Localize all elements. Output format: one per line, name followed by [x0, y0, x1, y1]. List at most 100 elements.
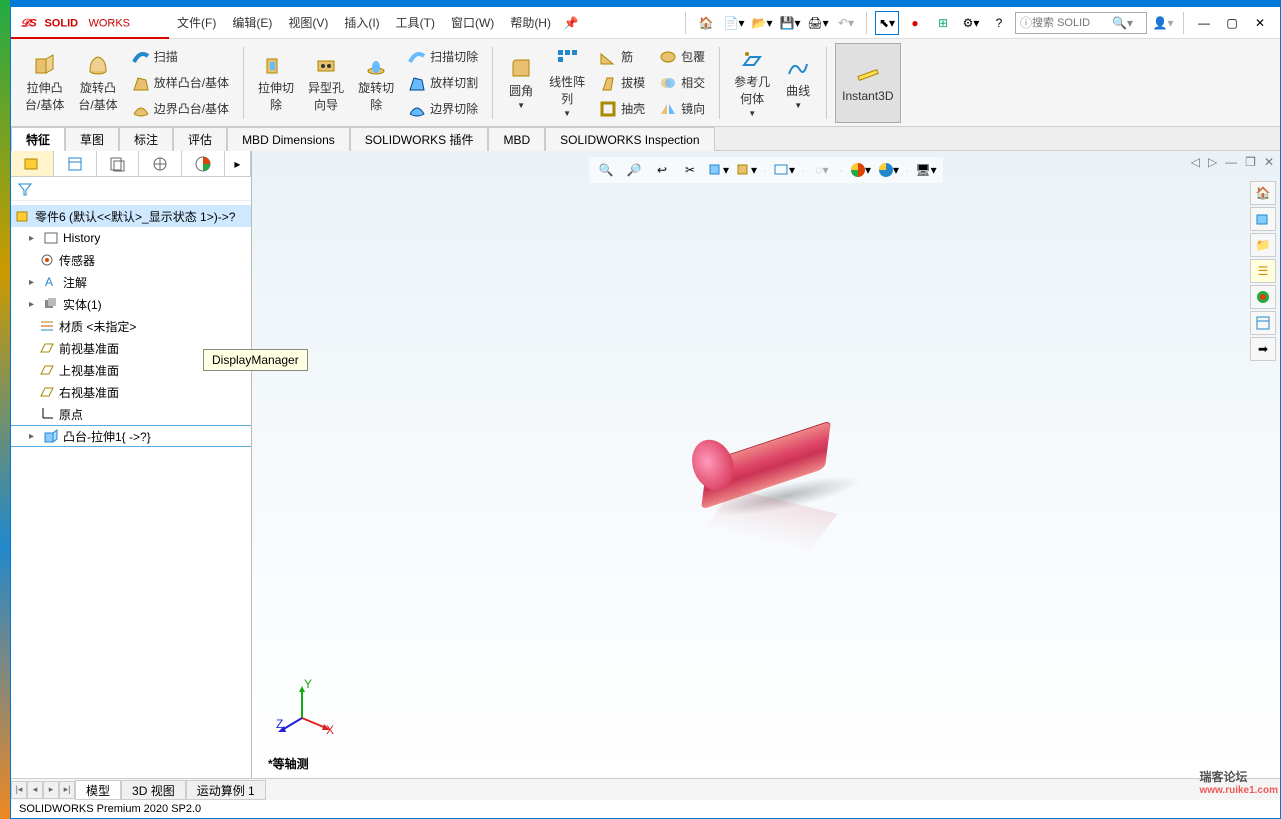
tree-root[interactable]: 零件6 (默认<<默认>_显示状态 1>)->? [11, 205, 251, 227]
scene-icon[interactable]: ◌▾ [811, 159, 833, 181]
tp-resources-icon[interactable] [1250, 207, 1276, 231]
fm-tab-config-icon[interactable] [97, 151, 140, 176]
tp-home-icon[interactable]: 🏠 [1250, 181, 1276, 205]
sweep-cut-button[interactable]: 扫描切除 [402, 45, 484, 69]
tree-annotations[interactable]: ▸A注解 [11, 271, 251, 293]
tp-file-explorer-icon[interactable]: ☰ [1250, 259, 1276, 283]
instant3d-button[interactable]: Instant3D [835, 43, 900, 123]
curve-button[interactable]: 曲线▼ [778, 43, 818, 123]
pin-icon[interactable]: 📌 [559, 11, 583, 35]
tab-plugins[interactable]: SOLIDWORKS 插件 [350, 127, 489, 151]
sweep-button[interactable]: 扫描 [126, 45, 235, 69]
fm-tab-dimxpert-icon[interactable] [139, 151, 182, 176]
linear-pattern-button[interactable]: 线性阵 列▼ [543, 43, 591, 123]
rebuild-icon[interactable]: ⊞ [931, 11, 955, 35]
menu-window[interactable]: 窗口(W) [443, 14, 502, 31]
doc-next-icon[interactable]: ▷ [1208, 155, 1217, 169]
menu-help[interactable]: 帮助(H) [502, 14, 559, 31]
tab-feature[interactable]: 特征 [11, 127, 65, 151]
appearance-icon[interactable]: ▾ [849, 159, 871, 181]
display-style-icon[interactable]: ▾ [735, 159, 757, 181]
doc-restore-icon[interactable]: ❐ [1245, 155, 1256, 169]
zoom-area-icon[interactable]: 🔎 [623, 159, 645, 181]
search-box[interactable]: ⓘ 🔍▾ [1015, 12, 1147, 34]
menu-edit[interactable]: 编辑(E) [224, 14, 280, 31]
hole-wizard-button[interactable]: 异型孔 向导 [302, 43, 350, 123]
wrap-button[interactable]: 包覆 [653, 45, 711, 69]
fm-tab-more-icon[interactable]: ▸ [225, 151, 251, 176]
hide-show-icon[interactable]: ▾ [773, 159, 795, 181]
save-icon[interactable]: 💾▾ [778, 11, 802, 35]
fm-tab-display-icon[interactable] [182, 151, 225, 176]
extrude-cut-button[interactable]: 拉伸切 除 [252, 43, 300, 123]
doc-min-icon[interactable]: — [1225, 155, 1237, 169]
rib-button[interactable]: 筋 [593, 45, 651, 69]
btab-3dview[interactable]: 3D 视图 [121, 780, 186, 800]
shell-button[interactable]: 抽壳 [593, 97, 651, 121]
menu-file[interactable]: 文件(F) [169, 14, 224, 31]
tab-sketch[interactable]: 草图 [65, 127, 119, 151]
tp-custom-icon[interactable]: ➡ [1250, 337, 1276, 361]
tree-bodies[interactable]: ▸实体(1) [11, 293, 251, 315]
mirror-button[interactable]: 镜向 [653, 97, 711, 121]
btab-study[interactable]: 运动算例 1 [186, 780, 266, 800]
tree-origin[interactable]: 原点 [11, 403, 251, 425]
section-icon[interactable]: ✂ [679, 159, 701, 181]
orientation-triad[interactable]: Y X Z [274, 678, 334, 738]
minimize-icon[interactable]: — [1192, 11, 1216, 35]
search-go-icon[interactable]: 🔍▾ [1112, 16, 1133, 30]
graphics-viewport[interactable]: ◁ ▷ — ❐ ✕ 🔍 🔎 ↩ ✂ ▾ ▾ · ▾ · ◌▾ · ▾ ▾ · [252, 151, 1280, 778]
zoom-fit-icon[interactable]: 🔍 [595, 159, 617, 181]
ref-geom-button[interactable]: 参考几 何体▼ [728, 43, 776, 123]
btab-last-icon[interactable]: ▸| [59, 781, 75, 799]
btab-model[interactable]: 模型 [75, 780, 121, 800]
apply-scene-icon[interactable]: ▾ [877, 159, 899, 181]
search-input[interactable] [1032, 17, 1112, 29]
tab-evaluate[interactable]: 评估 [173, 127, 227, 151]
revolve-cut-button[interactable]: 旋转切 除 [352, 43, 400, 123]
print-icon[interactable]: 🖨▾ [806, 11, 830, 35]
tp-appearances-icon[interactable] [1250, 311, 1276, 335]
intersect-button[interactable]: 相交 [653, 71, 711, 95]
fm-filter[interactable] [11, 177, 251, 201]
tree-extrude-feature[interactable]: ▸凸台-拉伸1{ ->?} [11, 425, 251, 447]
tp-design-lib-icon[interactable]: 📁 [1250, 233, 1276, 257]
undo-icon[interactable]: ↶▾ [834, 11, 858, 35]
loft-cut-button[interactable]: 放样切割 [402, 71, 484, 95]
prev-view-icon[interactable]: ↩ [651, 159, 673, 181]
select-icon[interactable]: ⬉▾ [875, 11, 899, 35]
record-icon[interactable]: ● [903, 11, 927, 35]
btab-next-icon[interactable]: ▸ [43, 781, 59, 799]
fm-tab-assembly-icon[interactable] [11, 151, 54, 176]
fm-tab-property-icon[interactable] [54, 151, 97, 176]
tree-right-plane[interactable]: 右视基准面 [11, 381, 251, 403]
new-icon[interactable]: 📄▾ [722, 11, 746, 35]
tab-inspection[interactable]: SOLIDWORKS Inspection [545, 127, 714, 151]
menu-insert[interactable]: 插入(I) [336, 14, 387, 31]
tab-mbd[interactable]: MBD [488, 127, 545, 151]
tree-sensor[interactable]: 传感器 [11, 249, 251, 271]
btab-prev-icon[interactable]: ◂ [27, 781, 43, 799]
boundary-cut-button[interactable]: 边界切除 [402, 97, 484, 121]
draft-button[interactable]: 拔模 [593, 71, 651, 95]
view-orient-icon[interactable]: ▾ [707, 159, 729, 181]
btab-first-icon[interactable]: |◂ [11, 781, 27, 799]
options-icon[interactable]: ⚙▾ [959, 11, 983, 35]
doc-prev-icon[interactable]: ◁ [1191, 155, 1200, 169]
render-icon[interactable]: 🖥▾ [915, 159, 937, 181]
extrude-boss-button[interactable]: 拉伸凸 台/基体 [19, 43, 70, 123]
tp-view-palette-icon[interactable] [1250, 285, 1276, 309]
tree-material[interactable]: 材质 <未指定> [11, 315, 251, 337]
tab-annotation[interactable]: 标注 [119, 127, 173, 151]
help-icon[interactable]: ? [987, 11, 1011, 35]
boundary-boss-button[interactable]: 边界凸台/基体 [126, 97, 235, 121]
loft-boss-button[interactable]: 放样凸台/基体 [126, 71, 235, 95]
revolve-boss-button[interactable]: 旋转凸 台/基体 [72, 43, 123, 123]
menu-tools[interactable]: 工具(T) [388, 14, 443, 31]
open-icon[interactable]: 📂▾ [750, 11, 774, 35]
maximize-icon[interactable]: ▢ [1220, 11, 1244, 35]
home-icon[interactable]: 🏠 [694, 11, 718, 35]
menu-view[interactable]: 视图(V) [280, 14, 336, 31]
tab-mbd-dim[interactable]: MBD Dimensions [227, 127, 350, 151]
doc-close-icon[interactable]: ✕ [1264, 155, 1274, 169]
